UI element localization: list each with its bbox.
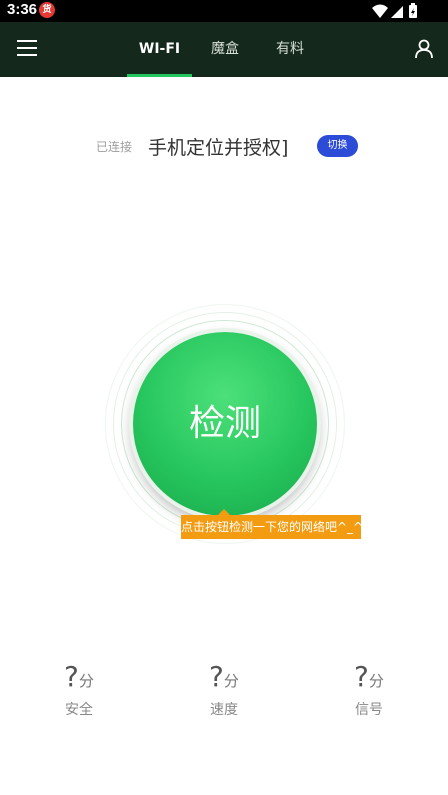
switch-network-button[interactable]: 切换 (317, 135, 358, 157)
connection-status-label: 已连接 (96, 140, 133, 154)
user-icon[interactable] (414, 39, 434, 59)
detect-tooltip: 点击按钮检测一下您的网络吧^_^ (181, 515, 363, 539)
score-unit: 分 (78, 672, 94, 690)
status-bar: 3:36 货 (0, 0, 448, 22)
score-label: 安全 (65, 702, 93, 718)
connected-ssid: 手机定位并授权] (148, 137, 289, 159)
status-icons (372, 3, 422, 19)
cell-signal-icon (391, 6, 403, 18)
tab-youliao[interactable]: 有料 (265, 22, 315, 77)
tab-wifi[interactable]: WI-FI (127, 22, 192, 77)
score-unit: 分 (368, 672, 384, 690)
score-label: 信号 (355, 702, 383, 718)
detect-area: 检测 点击按钮检测一下您的网络吧^_^ (0, 300, 448, 545)
score-security: ?分 安全 (34, 660, 124, 719)
score-signal: ?分 信号 (324, 660, 414, 719)
tab-active-indicator (127, 74, 192, 77)
status-time: 3:36 (7, 1, 38, 18)
connection-row: 已连接 手机定位并授权] 切换 (0, 130, 448, 162)
detect-button[interactable]: 检测 (133, 332, 317, 516)
score-unit: 分 (223, 672, 239, 690)
score-speed: ?分 速度 (179, 660, 269, 719)
score-label: 速度 (210, 702, 238, 718)
menu-icon[interactable] (17, 40, 37, 56)
score-row: ?分 安全 ?分 速度 ?分 信号 (0, 660, 448, 730)
tab-mohe[interactable]: 魔盒 (200, 22, 250, 77)
score-value: ? (354, 660, 369, 693)
score-value: ? (209, 660, 224, 693)
wifi-icon (372, 4, 388, 18)
battery-icon (409, 3, 417, 18)
score-value: ? (64, 660, 79, 693)
app-bar: WI-FI 魔盒 有料 (0, 22, 448, 77)
notification-badge-icon: 货 (39, 2, 55, 18)
